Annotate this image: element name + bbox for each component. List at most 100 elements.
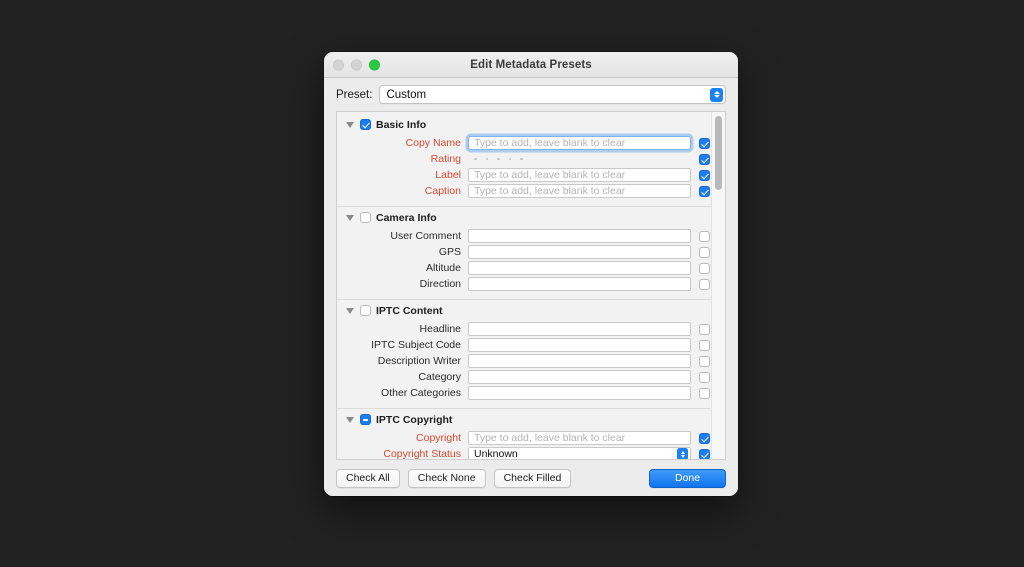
scrollbar-thumb[interactable] [715,116,722,190]
field-input[interactable] [468,261,691,275]
field-input[interactable] [468,277,691,291]
dropdown-selected-value: Unknown [474,448,518,459]
field-checkbox[interactable] [699,432,710,444]
field-row: Copyright Status Unknown [337,446,725,459]
field-checkbox[interactable] [699,323,710,335]
field-label: Description Writer [377,355,461,367]
section-rows: Headline IPTC Subject Code Description Wri… [337,321,725,408]
field-input[interactable] [468,229,691,243]
section-checkbox[interactable] [360,212,371,223]
section-checkbox[interactable] [360,119,371,130]
window-title: Edit Metadata Presets [470,58,592,71]
section-checkbox[interactable] [360,414,371,425]
disclosure-triangle-icon[interactable] [346,121,354,128]
field-input[interactable] [468,338,691,352]
done-button[interactable]: Done [649,468,726,488]
field-label: Headline [419,323,461,335]
field-checkbox[interactable] [699,339,710,351]
disclosure-triangle-icon[interactable] [346,214,354,221]
field-checkbox[interactable] [699,230,710,242]
field-label: Altitude [425,262,461,274]
metadata-section: IPTC Copyright Copyright Type to add, leav… [337,408,725,459]
field-label: Category [418,371,461,383]
field-label: Copy Name [405,137,461,149]
field-row: Other Categories [337,385,725,401]
section-title: IPTC Copyright [376,413,453,426]
field-checkbox[interactable] [699,371,710,383]
dialog-footer: Check All Check None Check Filled Done [324,460,738,496]
field-row: Category [337,369,725,385]
window-controls [333,59,380,70]
field-checkbox[interactable] [699,169,710,181]
section-title: Camera Info [376,211,437,224]
maximize-button[interactable] [369,59,380,70]
check-all-button[interactable]: Check All [336,468,400,488]
chevron-updown-icon [677,448,688,459]
field-input[interactable]: Type to add, leave blank to clear [468,431,691,445]
field-label: IPTC Subject Code [371,339,461,351]
field-checkbox[interactable] [699,137,710,149]
field-row: Copy Name Type to add, leave blank to cle… [337,135,725,151]
preset-row: Preset: Custom [324,78,738,111]
field-placeholder: Type to add, leave blank to clear [474,169,626,181]
field-placeholder: Type to add, leave blank to clear [474,185,626,197]
vertical-scrollbar[interactable] [711,112,725,459]
check-none-button[interactable]: Check None [407,468,486,488]
check-filled-button[interactable]: Check Filled [493,468,572,488]
section-title: Basic Info [376,118,427,131]
section-title: IPTC Content [376,304,443,317]
field-row: User Comment [337,228,725,244]
field-checkbox[interactable] [699,448,710,459]
field-label: Copyright Status [383,448,461,459]
field-placeholder: Type to add, leave blank to clear [474,137,626,149]
field-checkbox[interactable] [699,185,710,197]
section-checkbox[interactable] [360,305,371,316]
field-checkbox[interactable] [699,278,710,290]
field-input[interactable]: Type to add, leave blank to clear [468,184,691,198]
star-icon[interactable] [520,157,523,161]
star-icon[interactable] [485,157,488,161]
field-placeholder: Type to add, leave blank to clear [474,432,626,444]
star-icon[interactable] [474,157,477,161]
preset-dropdown[interactable]: Custom [379,85,726,104]
field-checkbox[interactable] [699,153,710,165]
section-rows: Copy Name Type to add, leave blank to cle… [337,135,725,206]
field-row: Copyright Type to add, leave blank to cle… [337,430,725,446]
field-input[interactable]: Type to add, leave blank to clear [468,168,691,182]
disclosure-triangle-icon[interactable] [346,307,354,314]
field-input[interactable] [468,354,691,368]
field-checkbox[interactable] [699,246,710,258]
field-input[interactable] [468,245,691,259]
field-label: Other Categories [381,387,461,399]
field-dropdown[interactable]: Unknown [468,447,691,459]
minimize-button[interactable] [351,59,362,70]
field-label: User Comment [390,230,461,242]
metadata-section: Basic Info Copy Name Type to add, leave bl… [337,114,725,206]
metadata-section: Camera Info User Comment GPS Altitude Direct… [337,206,725,299]
field-input[interactable] [468,322,691,336]
field-checkbox[interactable] [699,387,710,399]
field-row: Description Writer [337,353,725,369]
field-row: GPS [337,244,725,260]
star-icon[interactable] [497,157,500,161]
edit-metadata-presets-window: Edit Metadata Presets Preset: Custom Bas… [324,52,738,496]
field-row: IPTC Subject Code [337,337,725,353]
field-checkbox[interactable] [699,262,710,274]
section-rows: User Comment GPS Altitude Direction [337,228,725,299]
field-row: Label Type to add, leave blank to clear [337,167,725,183]
field-label: Caption [424,185,461,197]
field-input[interactable]: Type to add, leave blank to clear [468,136,691,150]
field-row: Caption Type to add, leave blank to clear [337,183,725,199]
section-header: IPTC Copyright [337,409,725,430]
section-header: IPTC Content [337,300,725,321]
field-input[interactable] [468,370,691,384]
field-row: Altitude [337,260,725,276]
metadata-fields-scroll-area: Basic Info Copy Name Type to add, leave bl… [336,111,726,460]
disclosure-triangle-icon[interactable] [346,416,354,423]
window-titlebar: Edit Metadata Presets [324,52,738,78]
rating-stars-control[interactable] [468,152,691,166]
star-icon[interactable] [508,157,511,161]
close-button[interactable] [333,59,344,70]
field-input[interactable] [468,386,691,400]
field-checkbox[interactable] [699,355,710,367]
